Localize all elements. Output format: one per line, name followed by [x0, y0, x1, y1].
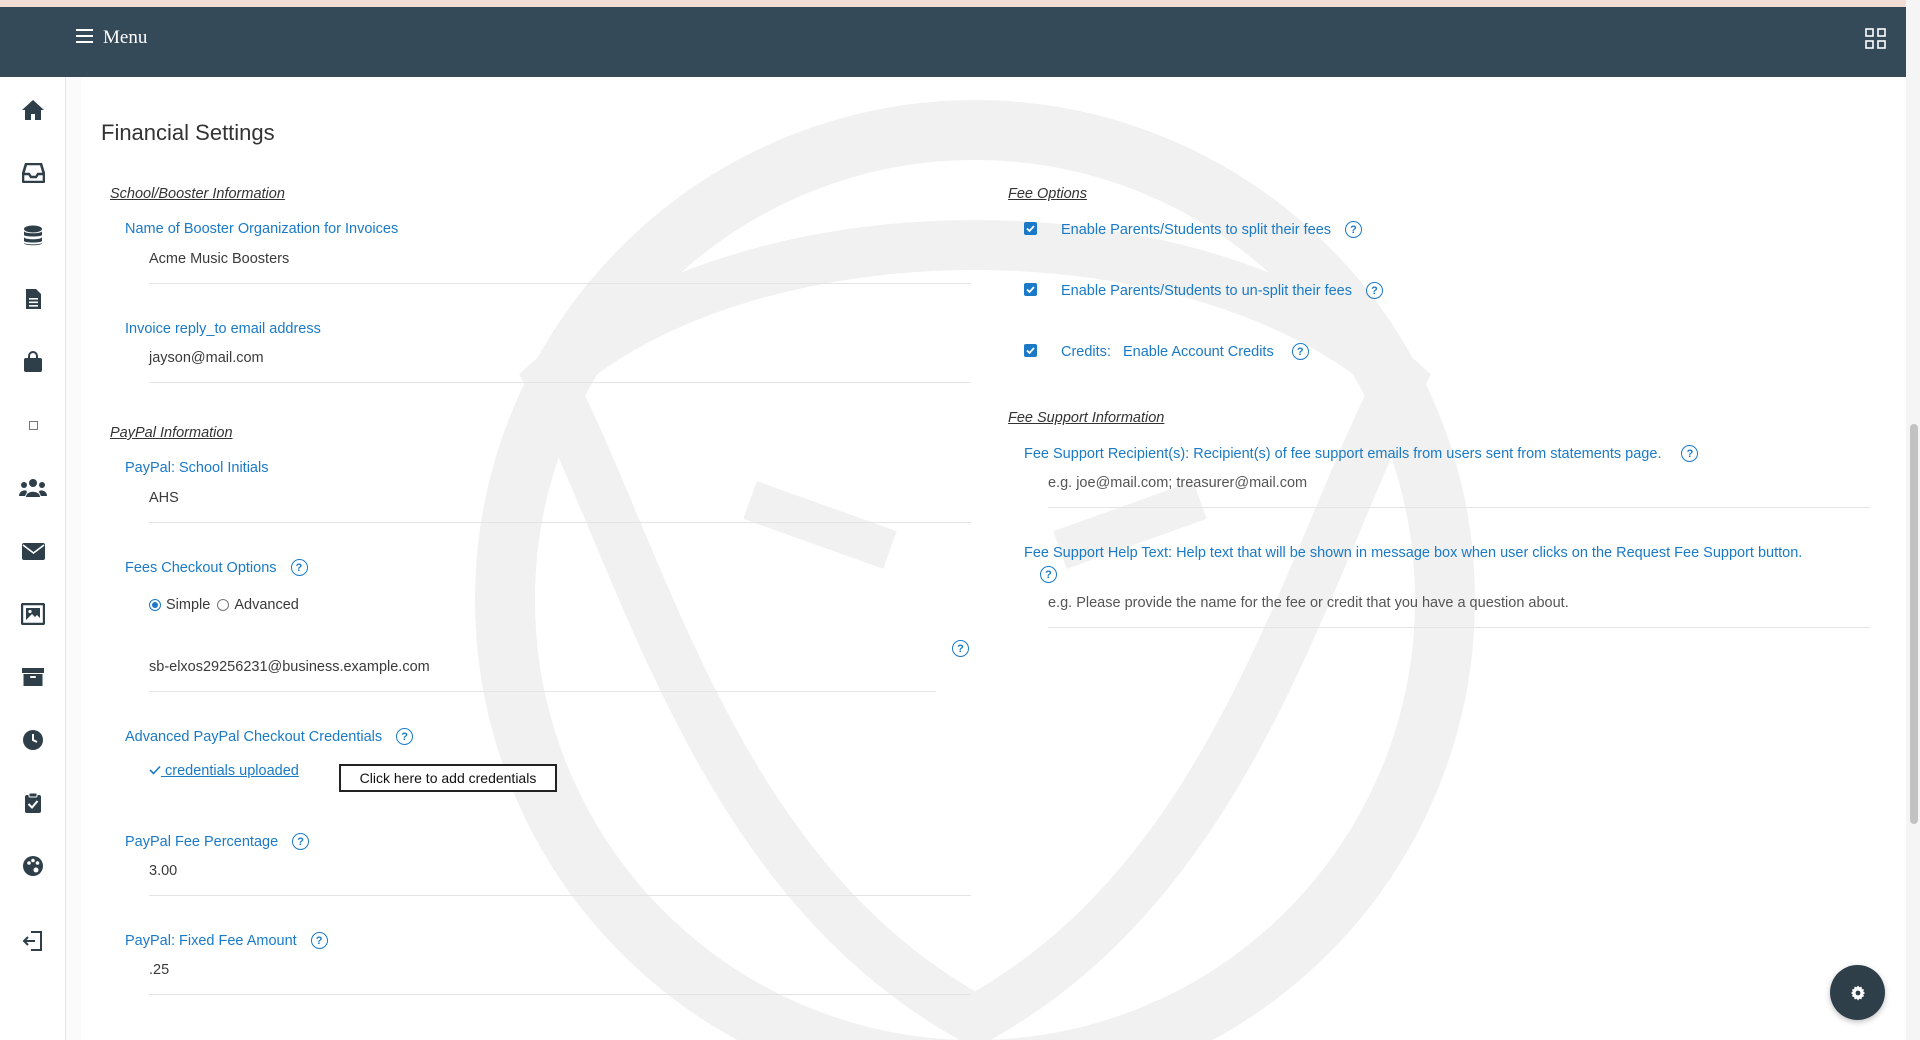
- sidebar-item-messages[interactable]: [0, 531, 66, 571]
- square-icon: [28, 420, 38, 430]
- sidebar-item-logout[interactable]: [0, 921, 66, 961]
- fee-support-recipients-label: Fee Support Recipient(s): Recipient(s) o…: [1024, 445, 1699, 462]
- database-icon: [24, 225, 42, 246]
- help-icon[interactable]: ?: [1365, 282, 1383, 299]
- org-name-field[interactable]: Acme Music Boosters: [149, 251, 971, 284]
- top-navigation-bar: Menu: [0, 7, 1906, 77]
- radio-simple[interactable]: [149, 599, 161, 611]
- sidebar-item-archive[interactable]: [0, 657, 66, 697]
- envelope-icon: [21, 542, 45, 560]
- fixed-fee-field[interactable]: .25: [149, 962, 971, 995]
- shopping-bag-icon: [24, 351, 42, 372]
- sidebar-item-theme[interactable]: [0, 846, 66, 886]
- fee-support-help-icon[interactable]: ?: [1040, 566, 1057, 583]
- home-icon: [22, 100, 44, 120]
- account-credits-checkbox[interactable]: [1024, 344, 1037, 357]
- reply-to-email-field[interactable]: jayson@mail.com: [149, 350, 971, 383]
- split-fees-label: Enable Parents/Students to split their f…: [1061, 221, 1363, 238]
- hamburger-icon: [76, 28, 93, 48]
- sidebar-item-gallery[interactable]: [0, 594, 66, 634]
- clock-icon: [23, 730, 43, 750]
- archive-icon: [22, 668, 44, 686]
- radio-simple-label: Simple: [166, 597, 211, 613]
- help-icon[interactable]: ?: [1345, 221, 1363, 238]
- fee-support-recipients-field[interactable]: e.g. joe@mail.com; treasurer@mail.com: [1048, 475, 1870, 508]
- checkout-options-radio-group: Simple Advanced: [149, 597, 299, 613]
- page-title: Financial Settings: [101, 120, 275, 145]
- split-fees-checkbox[interactable]: [1024, 222, 1037, 235]
- users-icon: [19, 479, 47, 497]
- unsplit-fees-label: Enable Parents/Students to un-split thei…: [1061, 282, 1383, 299]
- checkmark-icon: [149, 763, 161, 779]
- clipboard-check-icon: [25, 792, 41, 813]
- sidebar-item-inbox[interactable]: [0, 153, 66, 193]
- fixed-fee-label: PayPal: Fixed Fee Amount ?: [125, 932, 328, 949]
- help-icon[interactable]: ?: [310, 932, 328, 949]
- menu-label: Menu: [103, 27, 148, 48]
- image-gallery-icon: [21, 603, 45, 625]
- fee-percentage-field[interactable]: 3.00: [149, 863, 971, 896]
- fee-percentage-label: PayPal Fee Percentage ?: [125, 833, 310, 850]
- help-icon[interactable]: ?: [290, 559, 308, 576]
- help-icon[interactable]: ?: [1291, 343, 1309, 360]
- browser-top-strip: [0, 0, 1920, 7]
- sidebar-item-blank[interactable]: [0, 405, 66, 445]
- gear-icon: [1850, 985, 1865, 1000]
- reply-to-label: Invoice reply_to email address: [125, 321, 321, 337]
- sidebar-item-database[interactable]: [0, 216, 66, 256]
- radio-advanced-label: Advanced: [234, 597, 299, 613]
- checkout-options-label: Fees Checkout Options ?: [125, 559, 308, 576]
- help-icon[interactable]: ?: [1681, 445, 1699, 462]
- help-icon[interactable]: ?: [396, 728, 414, 745]
- menu-button[interactable]: Menu: [76, 27, 147, 49]
- grid-icon[interactable]: [1865, 28, 1886, 54]
- paypal-business-email-field[interactable]: sb-elxos29256231@business.example.com: [149, 659, 936, 692]
- sidebar-item-documents[interactable]: [0, 279, 66, 319]
- sidebar-item-home[interactable]: [0, 90, 66, 130]
- school-initials-label: PayPal: School Initials: [125, 460, 269, 476]
- section-fee-support: Fee Support Information: [1008, 410, 1165, 426]
- inbox-icon: [21, 163, 45, 183]
- advanced-credentials-label: Advanced PayPal Checkout Credentials ?: [125, 728, 414, 745]
- radio-advanced[interactable]: [217, 599, 230, 611]
- palette-icon: [23, 856, 43, 876]
- add-credentials-button[interactable]: Click here to add credentials: [339, 764, 557, 792]
- fee-support-help-text-label: Fee Support Help Text: Help text that wi…: [1024, 545, 1803, 561]
- sign-out-icon: [22, 931, 42, 951]
- school-initials-field[interactable]: AHS: [149, 490, 971, 523]
- scrollbar-thumb[interactable]: [1910, 424, 1918, 824]
- section-school-booster: School/Booster Information: [110, 186, 285, 202]
- section-paypal: PayPal Information: [110, 425, 233, 441]
- unsplit-fees-checkbox[interactable]: [1024, 283, 1037, 296]
- sidebar-item-tasks[interactable]: [0, 783, 66, 823]
- sidebar-item-users[interactable]: [0, 468, 66, 508]
- org-name-label: Name of Booster Organization for Invoice…: [125, 221, 399, 237]
- sidebar-item-shop[interactable]: [0, 342, 66, 382]
- business-email-help-icon[interactable]: ?: [952, 640, 969, 657]
- account-credits-label: Credits: Enable Account Credits ?: [1061, 343, 1309, 360]
- settings-fab[interactable]: [1830, 965, 1885, 1020]
- sidebar: [0, 77, 66, 1040]
- document-icon: [25, 289, 41, 309]
- sidebar-item-history[interactable]: [0, 720, 66, 760]
- credentials-uploaded-link[interactable]: credentials uploaded: [149, 763, 299, 779]
- help-icon[interactable]: ?: [292, 833, 310, 850]
- credits-prefix: Credits:: [1061, 343, 1111, 360]
- fee-support-help-text-field[interactable]: e.g. Please provide the name for the fee…: [1048, 595, 1870, 628]
- section-fee-options: Fee Options: [1008, 186, 1087, 202]
